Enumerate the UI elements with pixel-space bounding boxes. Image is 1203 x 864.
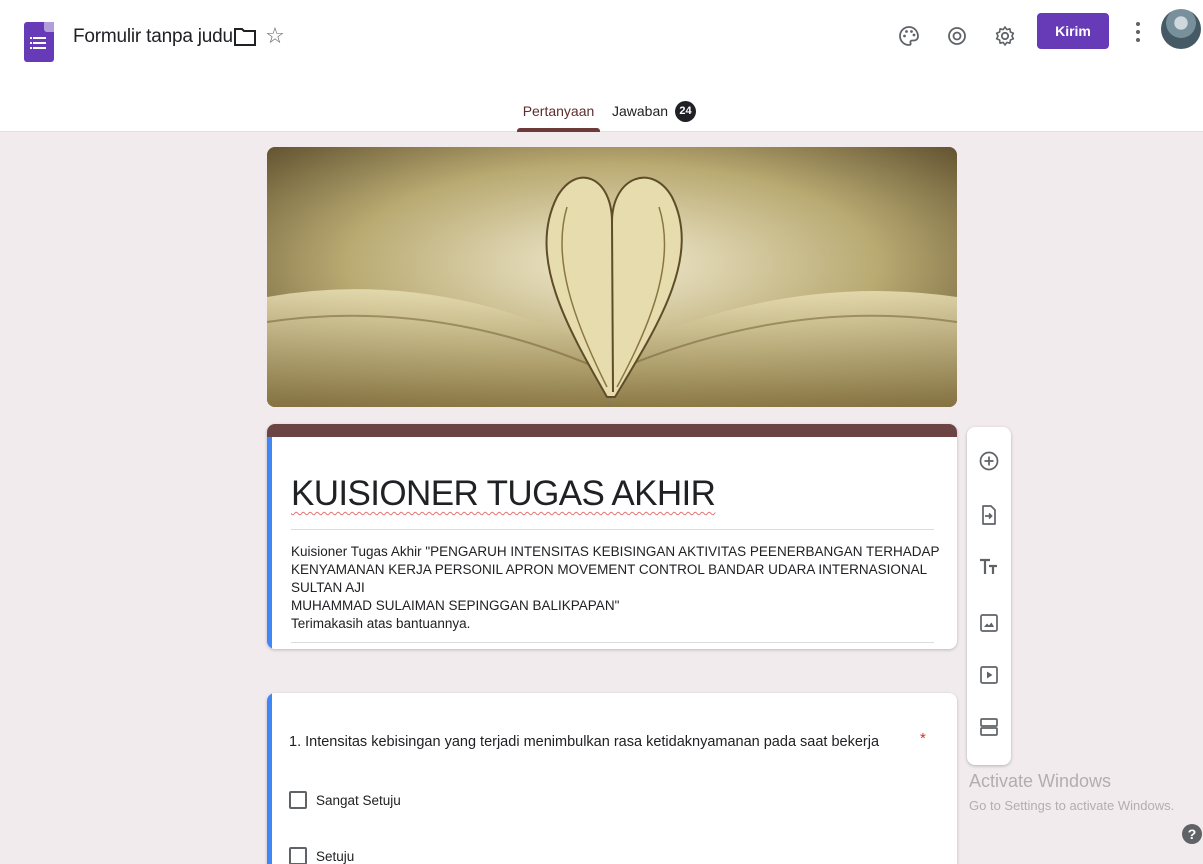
active-card-indicator [267, 437, 272, 649]
required-asterisk: * [920, 730, 926, 747]
watermark-title: Activate Windows [969, 771, 1112, 791]
tab-responses[interactable]: Jawaban 24 [612, 90, 697, 132]
tab-questions[interactable]: Pertanyaan [517, 90, 600, 132]
more-vert-icon[interactable] [1128, 18, 1148, 48]
add-question-button[interactable] [977, 449, 1001, 473]
menu-dot [1136, 30, 1140, 34]
add-video-button[interactable] [977, 663, 1001, 687]
menu-dot [1136, 38, 1140, 42]
top-bar: Formulir tanpa judul ☆ Kirim Pertanyaan [0, 0, 1203, 132]
question-text: 1. Intensitas kebisingan yang terjadi me… [289, 734, 880, 750]
list-dot [30, 42, 32, 44]
document-title[interactable]: Formulir tanpa judul [73, 26, 237, 48]
send-button[interactable]: Kirim [1037, 13, 1109, 49]
description-line: KENYAMANAN KERJA PERSONIL APRON MOVEMENT… [291, 562, 927, 595]
video-icon [980, 666, 998, 684]
list-dot [30, 47, 32, 49]
form-description[interactable]: Kuisioner Tugas Akhir "PENGARUH INTENSIT… [291, 543, 941, 633]
title-icon [980, 558, 997, 574]
list-line [33, 42, 46, 44]
add-section-button[interactable] [977, 715, 1001, 739]
import-icon [982, 505, 996, 525]
option-setuju[interactable]: Setuju [289, 846, 354, 864]
description-line: Kuisioner Tugas Akhir "PENGARUH INTENSIT… [291, 544, 940, 559]
section-icon [980, 718, 998, 736]
help-icon[interactable]: ? [1182, 824, 1202, 844]
checkbox[interactable] [289, 791, 307, 809]
description-line: MUHAMMAD SULAIMAN SEPINGGAN BALIKPAPAN" [291, 598, 620, 613]
watermark-subtitle: Go to Settings to activate Windows. [969, 798, 1175, 813]
image-icon [980, 614, 998, 632]
add-circle-icon [979, 451, 999, 471]
add-image-button[interactable] [977, 611, 1001, 635]
list-line [33, 47, 46, 49]
form-title-card[interactable]: KUISIONER TUGAS AKHIR Kuisioner Tugas Ak… [267, 424, 957, 649]
activate-windows-watermark: Activate Windows Go to Settings to activ… [969, 771, 1174, 813]
theme-color-band [267, 424, 957, 437]
title-underline [291, 529, 934, 530]
avatar[interactable] [1161, 9, 1201, 49]
card-accent-bar [267, 693, 272, 864]
list-dot [30, 37, 32, 39]
option-label: Setuju [316, 848, 355, 864]
description-underline [291, 642, 934, 643]
menu-dot [1136, 22, 1140, 26]
option-label: Sangat Setuju [316, 792, 401, 808]
form-title[interactable]: KUISIONER TUGAS AKHIR [291, 474, 716, 514]
star-icon[interactable]: ☆ [263, 24, 287, 48]
responses-count-badge: 24 [675, 100, 697, 122]
import-questions-button[interactable] [977, 503, 1001, 527]
floating-toolbar [967, 427, 1011, 765]
eye-icon[interactable] [941, 20, 973, 52]
header-image [267, 147, 957, 407]
folder-icon[interactable] [233, 26, 257, 48]
question-card[interactable]: 1. Intensitas kebisingan yang terjadi me… [267, 693, 957, 864]
list-line [33, 37, 46, 39]
description-line: Terimakasih atas bantuannya. [291, 616, 471, 631]
palette-icon[interactable] [893, 20, 925, 52]
form-tabs: Pertanyaan Jawaban 24 [0, 90, 1203, 132]
checkbox[interactable] [289, 847, 307, 864]
active-tab-indicator [517, 128, 600, 132]
option-sangat-setuju[interactable]: Sangat Setuju [289, 790, 401, 810]
add-title-button[interactable] [977, 555, 1001, 579]
gear-icon[interactable] [989, 20, 1021, 52]
forms-app-icon[interactable] [24, 22, 54, 62]
tab-questions-label: Pertanyaan [522, 103, 595, 119]
tab-responses-label: Jawaban [612, 103, 669, 119]
